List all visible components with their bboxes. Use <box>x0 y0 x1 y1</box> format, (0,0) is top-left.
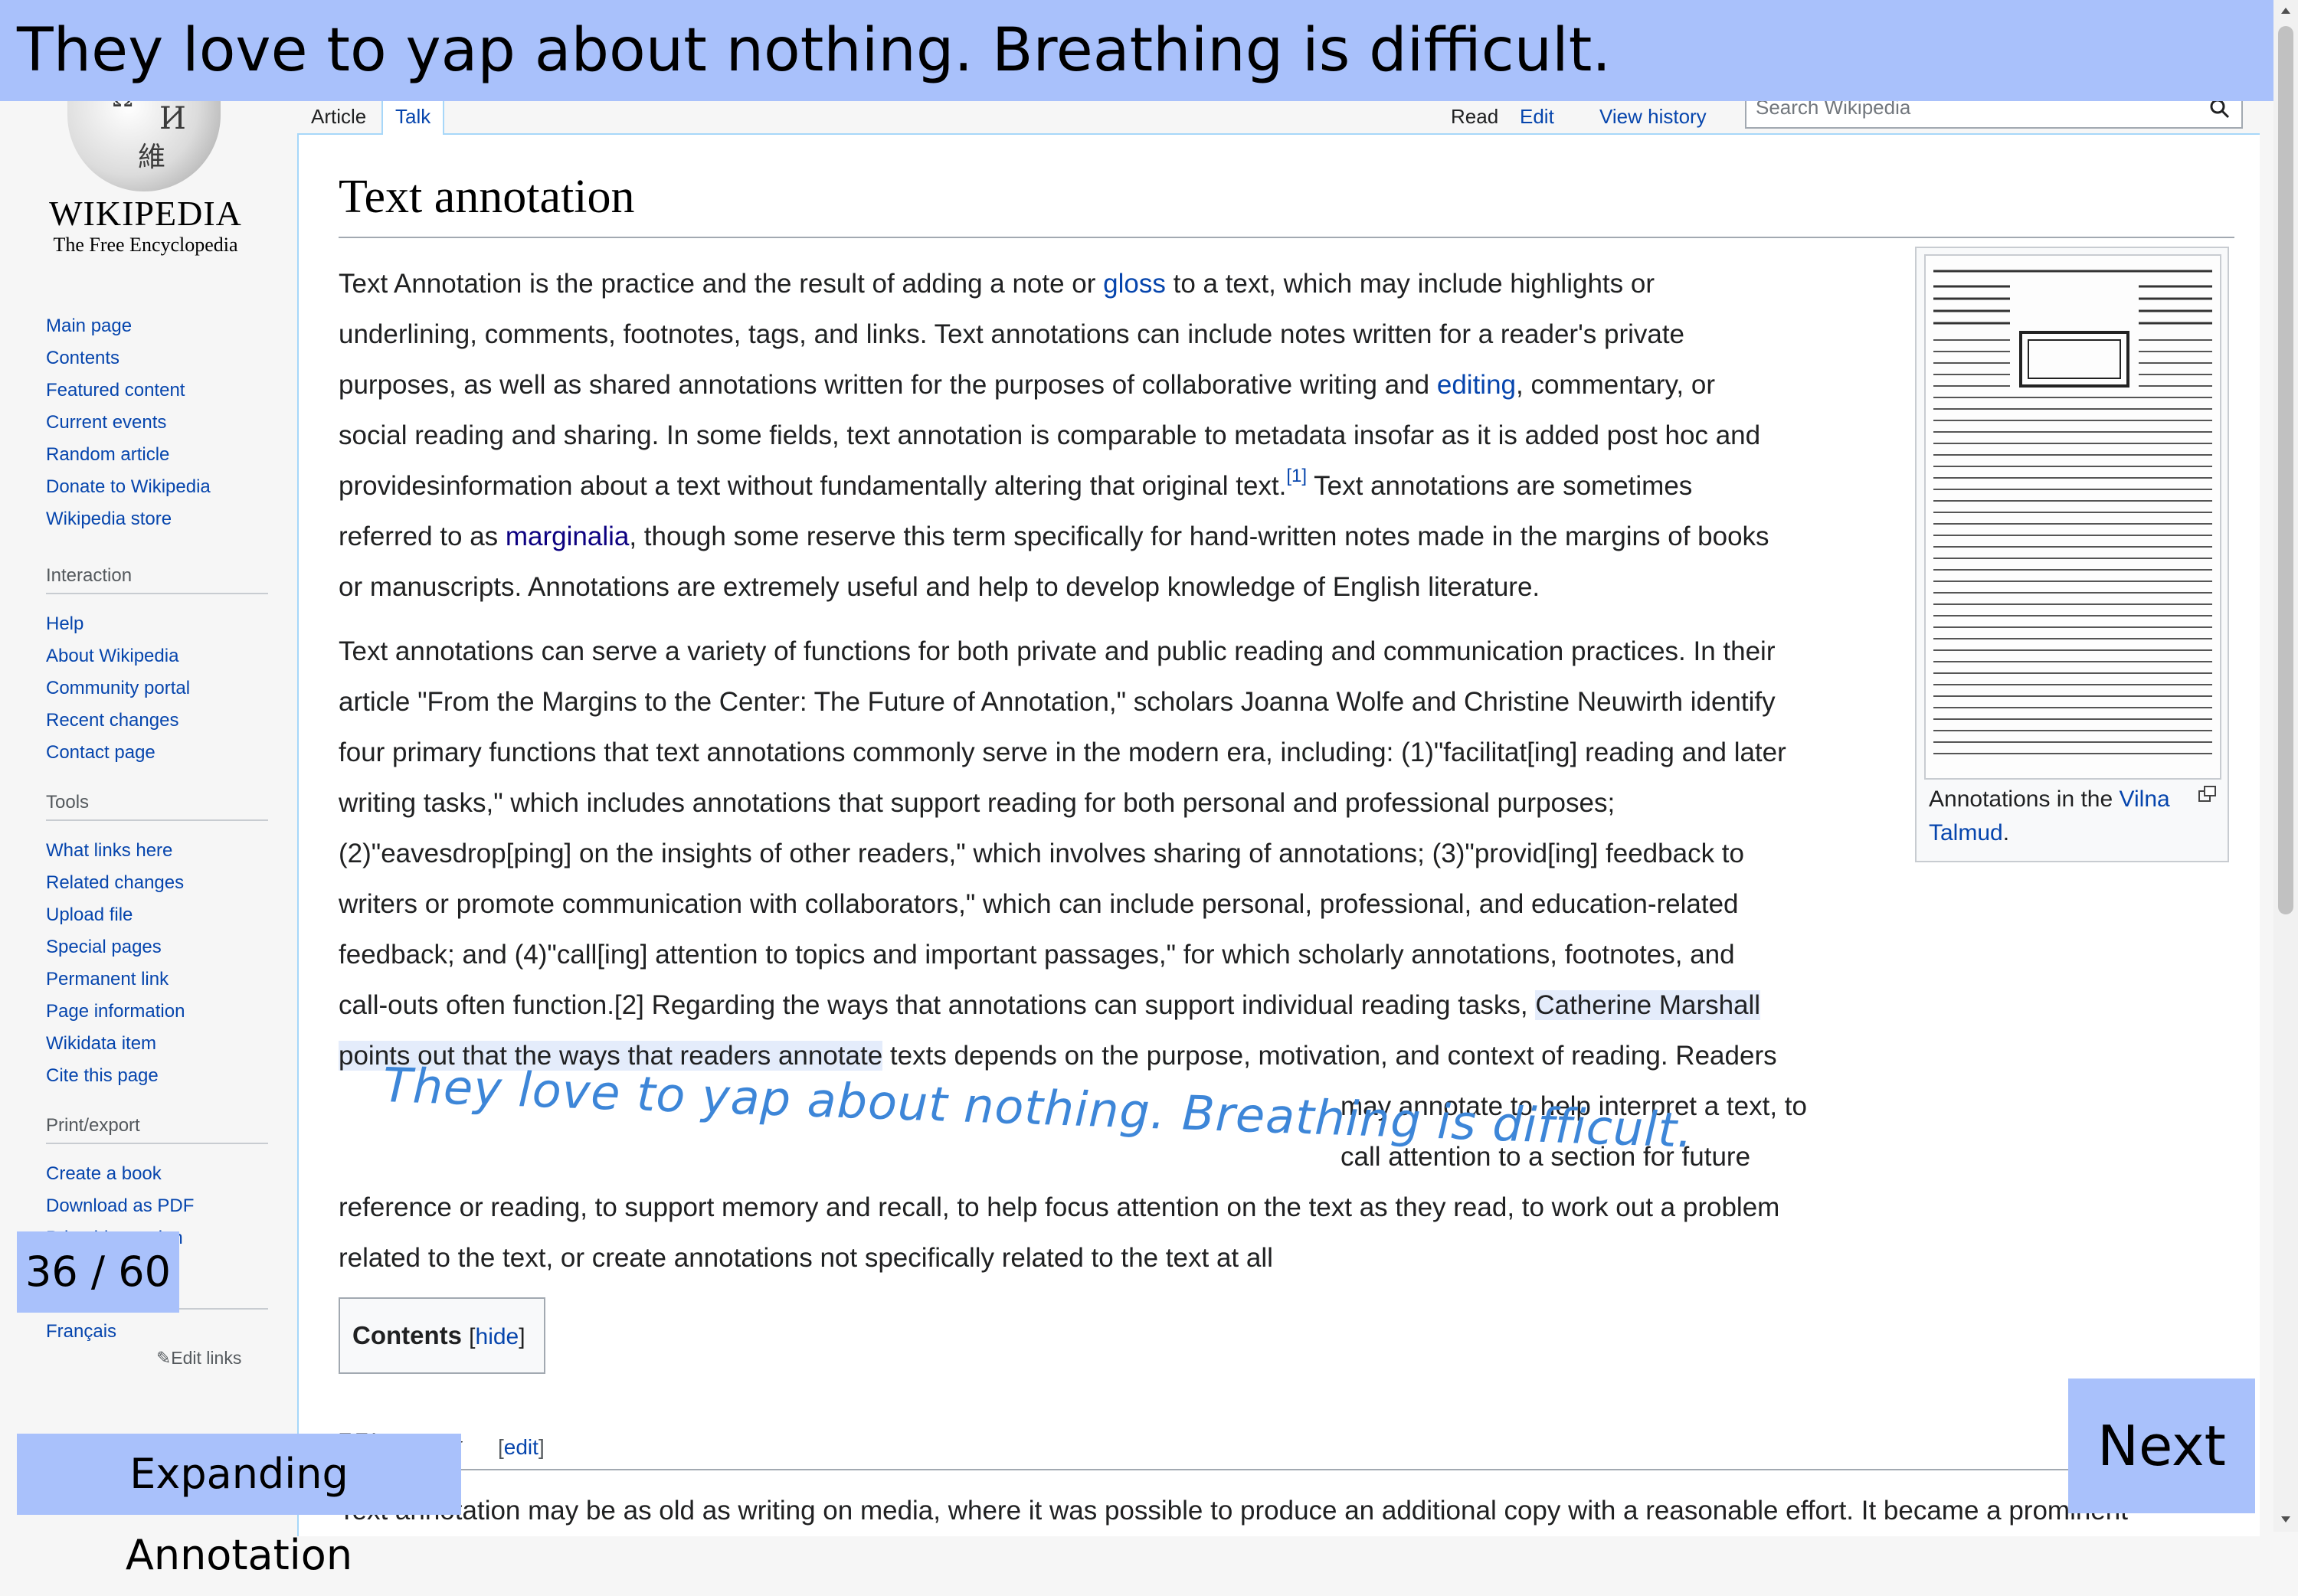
sidebar-item-special-pages[interactable]: Special pages <box>46 931 268 963</box>
text: purposes, as well as shared annotations … <box>339 370 1437 400</box>
tab-article[interactable]: Article <box>311 98 366 135</box>
sidebar-item-what-links-here[interactable]: What links here <box>46 835 268 867</box>
mode-label: Expanding Annotation <box>17 1434 461 1579</box>
thumbnail-figure: Annotations in the Vilna Talmud. <box>1915 247 2229 862</box>
sidebar-item-donate[interactable]: Donate to Wikipedia <box>46 471 268 503</box>
scroll-up-arrow-icon[interactable] <box>2280 5 2292 17</box>
text-line: or manuscripts. Annotations are extremel… <box>339 572 1540 602</box>
link-marginalia[interactable]: marginalia <box>506 522 629 551</box>
edit-links-button[interactable]: ✎Edit links <box>156 1348 241 1369</box>
text: Text Annotation is the practice and the … <box>339 269 1104 299</box>
logo-wordmark: WIKIPEDIA <box>49 194 242 233</box>
sidebar-item-cite-this-page[interactable]: Cite this page <box>46 1060 268 1092</box>
tab-view-history[interactable]: View history <box>1599 98 1707 135</box>
text: Text annotations are sometimes <box>1307 471 1693 501</box>
sidebar-item-store[interactable]: Wikipedia store <box>46 503 268 535</box>
link-talmud[interactable]: Talmud <box>1929 820 2003 845</box>
sidebar-heading-interaction: Interaction <box>46 565 268 594</box>
sidebar-item-about[interactable]: About Wikipedia <box>46 640 268 672</box>
page-counter: 36 / 60 <box>17 1231 179 1313</box>
tab-read[interactable]: Read <box>1451 98 1498 135</box>
tab-talk[interactable]: Talk <box>381 98 445 135</box>
sidebar-item-download-pdf[interactable]: Download as PDF <box>46 1190 268 1222</box>
history-paragraph: Text annotation may be as old as writing… <box>339 1496 2128 1526</box>
sidebar-item-language-french[interactable]: Français <box>46 1316 268 1348</box>
text-line: (2)"eavesdrop[ping] on the insights of o… <box>339 839 1744 868</box>
sidebar-item-page-information[interactable]: Page information <box>46 996 268 1028</box>
text-line: related to the text, or create annotatio… <box>339 1243 1273 1273</box>
caption-text: Annotations in the <box>1929 787 2120 812</box>
paragraph-functions: Text annotations can serve a variety of … <box>339 626 1871 1284</box>
sidebar-heading-tools: Tools <box>46 792 268 821</box>
sidebar-item-current-events[interactable]: Current events <box>46 407 268 439</box>
sidebar-item-contents[interactable]: Contents <box>46 342 268 374</box>
section-heading-history: History [edit] <box>339 1423 2234 1470</box>
text-line: writing tasks," which includes annotatio… <box>339 788 1615 818</box>
page-title: Text annotation <box>339 170 2234 238</box>
sidebar-item-contact-page[interactable]: Contact page <box>46 737 268 769</box>
sidebar-item-related-changes[interactable]: Related changes <box>46 867 268 899</box>
paragraph-intro: Text Annotation is the practice and the … <box>339 259 1871 613</box>
edit-links-label: Edit links <box>171 1348 242 1368</box>
sidebar-item-main-page[interactable]: Main page <box>46 310 268 342</box>
text-line: social reading and sharing. In some fiel… <box>339 420 1761 450</box>
text-line: four primary functions that text annotat… <box>339 737 1786 767</box>
toc-hide-link[interactable]: hide <box>476 1324 519 1349</box>
text: referred to as <box>339 522 506 551</box>
thumbnail-caption: Annotations in the Vilna Talmud. <box>1929 783 2189 850</box>
text: providesinformation about a text without… <box>339 471 1287 501</box>
text: call-outs often function.[2] Regarding t… <box>339 990 1536 1020</box>
highlighted-text[interactable]: Catherine Marshall <box>1535 990 1761 1020</box>
link-vilna[interactable]: Vilna <box>2120 787 2170 812</box>
text-line: underlining, comments, footnotes, tags, … <box>339 319 1685 349</box>
sidebar-item-create-book[interactable]: Create a book <box>46 1158 268 1190</box>
sidebar-interaction: Interaction Help About Wikipedia Communi… <box>46 565 268 769</box>
text: , commentary, or <box>1516 370 1715 400</box>
text-line: article "From the Margins to the Center:… <box>339 687 1776 717</box>
tab-edit[interactable]: Edit <box>1520 98 1554 135</box>
reference-link[interactable]: [1] <box>1286 466 1307 486</box>
next-button[interactable]: Next <box>2068 1379 2255 1513</box>
sidebar-heading-print-export: Print/export <box>46 1115 268 1144</box>
scrollbar-thumb[interactable] <box>2278 26 2293 914</box>
text-line: reference or reading, to support memory … <box>339 1192 1780 1222</box>
talmud-page-image[interactable] <box>1924 254 2221 780</box>
sidebar-navigation: Main page Contents Featured content Curr… <box>46 310 268 535</box>
table-of-contents: Contents [hide] <box>339 1297 545 1374</box>
text-line: feedback; and (4)"call[ing] attention to… <box>339 940 1735 970</box>
sidebar-tools: Tools What links here Related changes Up… <box>46 792 268 1092</box>
scrollbar[interactable] <box>2273 0 2298 1532</box>
sidebar-languages: Français <box>46 1308 268 1348</box>
link-editing[interactable]: editing <box>1437 370 1516 400</box>
text-line: Text annotations can serve a variety of … <box>339 636 1776 666</box>
toc-title: Contents <box>352 1321 462 1349</box>
sidebar-item-random-article[interactable]: Random article <box>46 439 268 471</box>
sidebar-item-wikidata-item[interactable]: Wikidata item <box>46 1028 268 1060</box>
text: , though some reserve this term specific… <box>629 522 1769 551</box>
sidebar-item-recent-changes[interactable]: Recent changes <box>46 705 268 737</box>
sidebar-item-help[interactable]: Help <box>46 608 268 640</box>
enlarge-icon[interactable] <box>2198 786 2217 803</box>
sidebar-item-community-portal[interactable]: Community portal <box>46 672 268 705</box>
sidebar-item-featured-content[interactable]: Featured content <box>46 374 268 407</box>
pencil-icon: ✎ <box>156 1348 172 1368</box>
text: texts depends on the purpose, motivation… <box>882 1041 1777 1071</box>
edit-link-text: edit <box>503 1435 538 1459</box>
text: to a text, which may include highlights … <box>1165 269 1655 299</box>
logo-tagline: The Free Encyclopedia <box>53 234 238 256</box>
sidebar-item-permanent-link[interactable]: Permanent link <box>46 963 268 996</box>
caption-text: . <box>2002 820 2010 845</box>
text-line: writers or promote communication with co… <box>339 889 1739 919</box>
section-edit-link[interactable]: [edit] <box>498 1435 545 1460</box>
search-icon[interactable] <box>2209 98 2231 119</box>
sidebar-item-upload-file[interactable]: Upload file <box>46 899 268 931</box>
scroll-down-arrow-icon[interactable] <box>2280 1513 2292 1526</box>
link-gloss[interactable]: gloss <box>1103 269 1166 299</box>
annotation-banner: They love to yap about nothing. Breathin… <box>0 0 2273 101</box>
